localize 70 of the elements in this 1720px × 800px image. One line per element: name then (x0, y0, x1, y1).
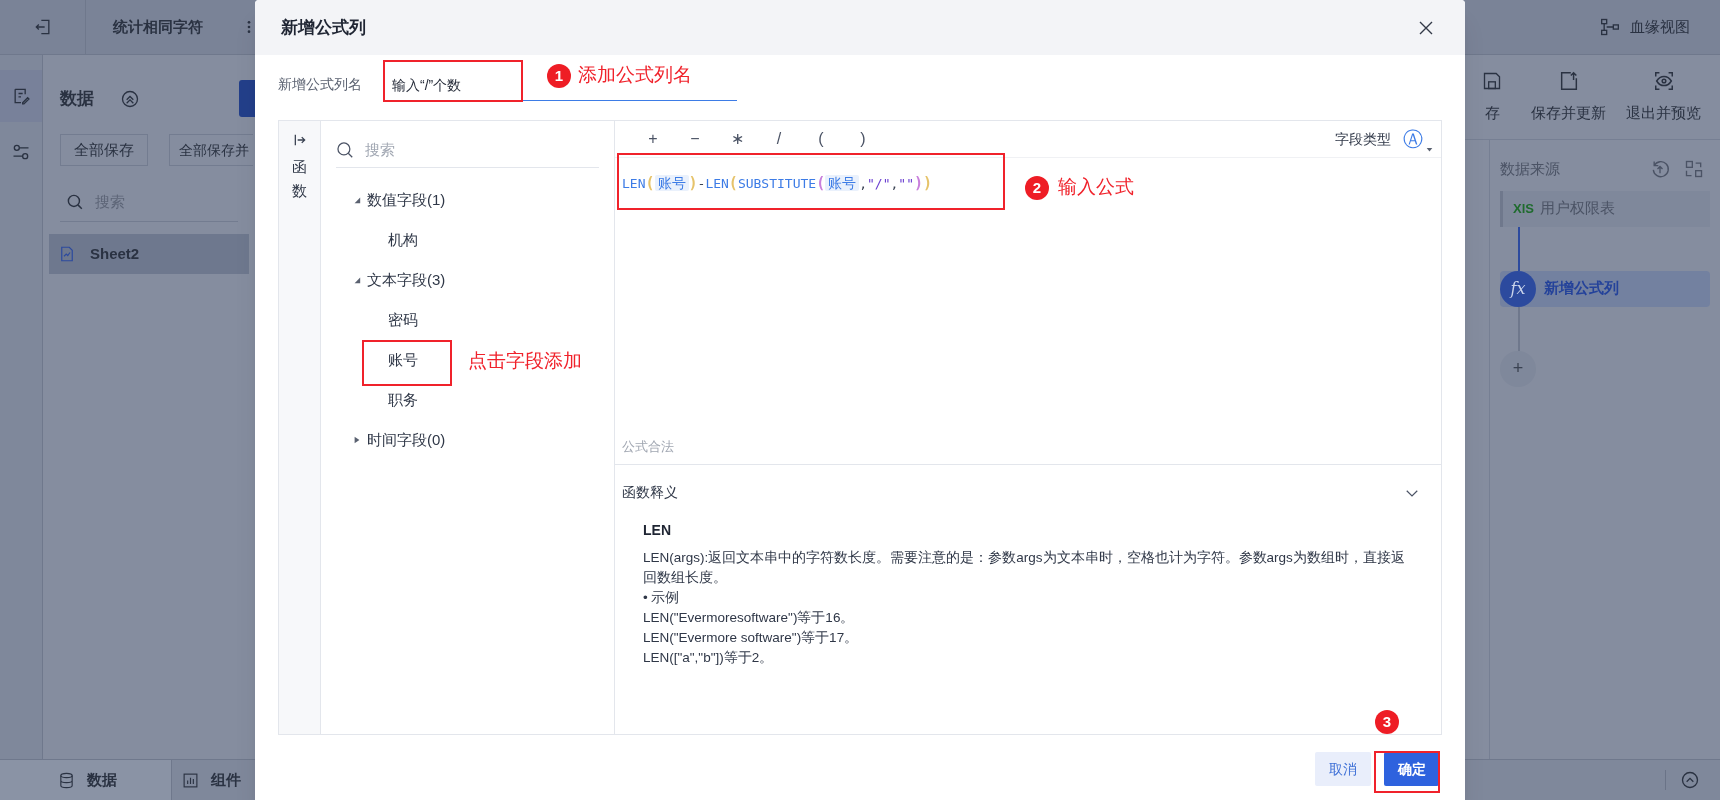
description-text: LEN(args):返回文本串中的字符数长度。需要注意的是：参数args为文本串时，空格也计为字符。参数args为数组时，直接返回数组长度。 (643, 549, 1406, 587)
field-item[interactable]: 职务 (388, 388, 418, 412)
settings-sliders-icon[interactable] (11, 142, 31, 162)
bottom-tab[interactable]: 组件 (172, 760, 241, 800)
functions-tab[interactable]: 函数 (292, 155, 307, 203)
lineage-view-link[interactable]: 血缘视图 (1630, 15, 1690, 39)
preview-icon (1652, 69, 1675, 92)
operator-button[interactable]: ) (842, 127, 884, 151)
save-all-button[interactable]: 全部保存 (60, 134, 148, 166)
step-badge: 1 (547, 64, 571, 88)
field-item[interactable]: 机构 (388, 228, 418, 252)
field-label: 新增公式列名 (278, 75, 362, 94)
description-text: LEN("Evermoresoftware")等于16。 (643, 609, 856, 627)
chart-sheet-icon (58, 245, 76, 263)
field-group[interactable]: 文本字段(3) (336, 260, 599, 300)
expand-arrow-icon[interactable] (292, 133, 307, 147)
operator-button[interactable]: ∗ (716, 127, 758, 151)
description-text: LEN("Evermore software")等于17。 (643, 629, 860, 647)
highlight-box (1374, 751, 1440, 793)
field-group[interactable]: 时间字段(0) (336, 420, 599, 460)
annotation-label: 输入公式 (1058, 175, 1134, 199)
operator-button[interactable]: + (632, 127, 674, 151)
step-badge: 2 (1025, 176, 1049, 200)
field-item[interactable]: 密码 (388, 308, 418, 332)
field-group[interactable]: 数值字段(1) (336, 180, 599, 220)
panel-title: 数据来源 (1500, 159, 1560, 179)
toolbar-button[interactable]: 存 (1482, 69, 1502, 125)
panel-title: 数据 (60, 87, 94, 110)
save-all-button[interactable]: 全部保存并 (169, 134, 253, 166)
bottom-tab[interactable]: 数据 (0, 760, 172, 800)
upload-icon[interactable] (1650, 159, 1670, 180)
formula-node[interactable]: fx 新增公式列 (1500, 270, 1710, 307)
section-title: 函数释义 (622, 483, 678, 502)
toolbar-button[interactable]: 退出并预览 (1626, 69, 1701, 125)
swap-icon[interactable] (1684, 159, 1704, 180)
collapsed-caret-icon (353, 436, 361, 444)
collapse-icon[interactable] (120, 88, 140, 109)
step-badge: 3 (1375, 710, 1399, 734)
bar-chart-icon (182, 771, 199, 789)
field-type-dropdown[interactable]: Ⓐ (1403, 129, 1433, 149)
expanded-caret-icon (353, 276, 361, 284)
add-node-button[interactable]: + (1500, 350, 1536, 387)
search-icon (336, 141, 355, 160)
dialog-title: 新增公式列 (281, 16, 366, 39)
more-icon[interactable] (247, 20, 251, 34)
description-text: • 示例 (643, 589, 681, 607)
operator-button[interactable]: ( (800, 127, 842, 151)
database-icon (58, 771, 75, 789)
annotation-label: 点击字段添加 (468, 349, 582, 373)
collapse-up-icon[interactable] (1680, 770, 1700, 790)
validation-status: 公式合法 (622, 437, 674, 456)
annotation-label: 添加公式列名 (578, 63, 692, 87)
expanded-caret-icon (353, 196, 361, 204)
field-item[interactable]: 账号 (388, 348, 418, 372)
caret-icon (1426, 146, 1433, 153)
app-title: 统计相同字符 (113, 16, 203, 37)
cancel-button[interactable]: 取消 (1315, 752, 1371, 786)
search-icon (66, 193, 85, 212)
description-text: LEN(["a","b"])等于2。 (643, 649, 775, 667)
confirm-button[interactable]: 确定 (1384, 752, 1439, 786)
name-input-field[interactable]: 输入“/”个数 (383, 67, 523, 101)
sheet-item[interactable]: Sheet2 (49, 234, 249, 274)
fx-icon: fx (1500, 270, 1536, 307)
operator-button[interactable]: − (674, 127, 716, 151)
field-type-label: 字段类型 (1335, 129, 1391, 149)
formula-text[interactable]: LEN( 账号 )-LEN(SUBSTITUTE( 账号 ,"/","")) (622, 172, 933, 195)
operator-button[interactable]: / (758, 127, 800, 151)
lineage-icon[interactable] (1600, 17, 1620, 37)
function-name: LEN (643, 521, 672, 540)
toolbar-button[interactable]: 保存并更新 (1531, 69, 1606, 125)
